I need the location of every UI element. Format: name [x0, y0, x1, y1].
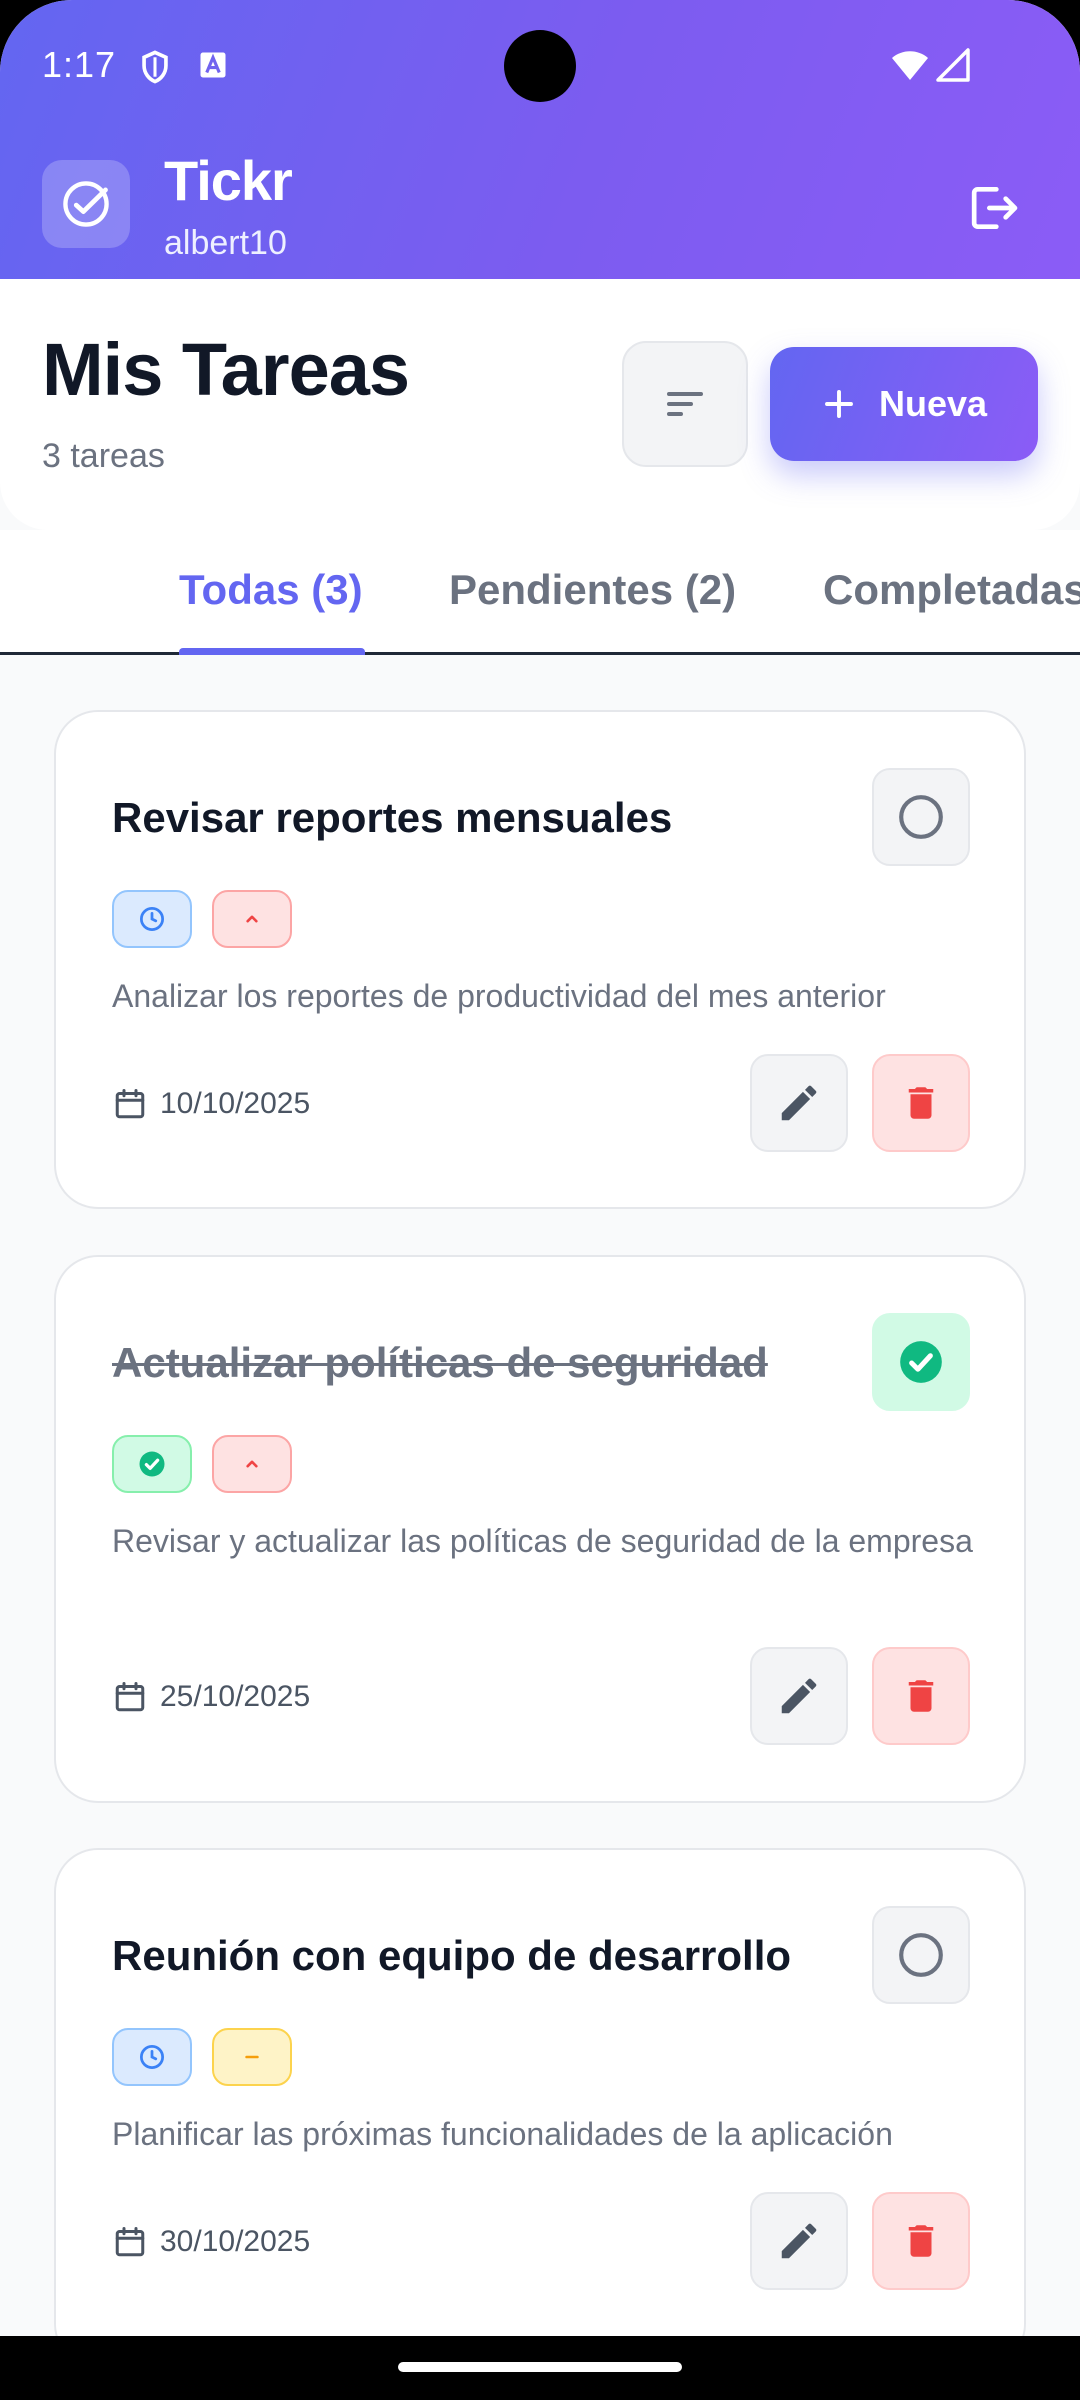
- task-title: Revisar reportes mensuales: [112, 794, 673, 841]
- calendar-icon: [115, 1682, 145, 1712]
- camera-cutout: [504, 30, 576, 102]
- priority-chip: [212, 1435, 292, 1493]
- edit-button[interactable]: [750, 1647, 848, 1745]
- filter-tabs: Todas (3) Pendientes (2) Completadas: [0, 530, 1080, 655]
- signal-icon: [934, 48, 970, 87]
- circle-icon: [899, 1933, 943, 1977]
- trash-icon: [908, 1680, 934, 1712]
- clock-icon: [140, 2045, 164, 2069]
- app-logo: [42, 160, 130, 248]
- app-name: Tickr: [164, 149, 293, 212]
- username: albert10: [164, 224, 287, 262]
- status-time: 1:17: [42, 44, 117, 85]
- task-title: Actualizar políticas de seguridad: [112, 1339, 768, 1386]
- active-tab-indicator: [179, 648, 365, 655]
- delete-button[interactable]: [872, 1647, 970, 1745]
- minus-icon: [245, 2055, 259, 2059]
- edit-button[interactable]: [750, 1054, 848, 1152]
- plus-icon: [825, 390, 853, 418]
- status-chip: [112, 1435, 192, 1493]
- status-bar: 1:17: [0, 0, 1080, 134]
- priority-chip: [212, 2028, 292, 2086]
- sort-button[interactable]: [622, 341, 748, 467]
- task-date-text: 10/10/2025: [160, 1087, 311, 1120]
- logout-button[interactable]: [960, 174, 1028, 242]
- task-date: 30/10/2025: [112, 2224, 310, 2260]
- tab-pending[interactable]: Pendientes (2): [449, 566, 736, 614]
- check-circle-icon: [900, 1341, 942, 1383]
- check-circle-logo-icon: [63, 181, 109, 227]
- task-date: 10/10/2025: [112, 1086, 310, 1122]
- chevron-up-icon: [246, 915, 258, 923]
- gesture-nav-handle[interactable]: [398, 2362, 682, 2372]
- new-task-label: Nueva: [878, 383, 988, 424]
- chevron-up-icon: [246, 1460, 258, 1468]
- status-chip: [112, 890, 192, 948]
- calendar-icon: [115, 2227, 145, 2257]
- task-title: Reunión con equipo de desarrollo: [112, 1932, 792, 1979]
- task-date-text: 30/10/2025: [160, 2225, 311, 2258]
- new-task-button[interactable]: Nueva: [770, 347, 1038, 461]
- task-card[interactable]: Revisar reportes mensuales Analizar los …: [54, 710, 1026, 1209]
- trash-icon: [908, 2225, 934, 2257]
- delete-button[interactable]: [872, 1054, 970, 1152]
- edit-button[interactable]: [750, 2192, 848, 2290]
- pencil-icon: [781, 2223, 817, 2259]
- app-header: 1:17 Tickr albert10: [0, 0, 1080, 279]
- complete-toggle[interactable]: [872, 768, 970, 866]
- app-screen: 1:17 Tickr albert10 Mis Tareas 3 tareas …: [0, 0, 1080, 2336]
- task-description: Revisar y actualizar las políticas de se…: [112, 1523, 973, 1559]
- task-count: 3 tareas: [42, 437, 165, 475]
- task-card[interactable]: Actualizar políticas de seguridad Revisa…: [54, 1255, 1026, 1803]
- circle-icon: [899, 795, 943, 839]
- check-circle-icon: [139, 1451, 165, 1477]
- task-description: Planificar las próximas funcionalidades …: [112, 2116, 893, 2152]
- pencil-icon: [781, 1678, 817, 1714]
- accessibility-icon: [198, 50, 228, 85]
- trash-icon: [908, 1087, 934, 1119]
- tab-completed[interactable]: Completadas: [823, 566, 1080, 614]
- title-panel: Mis Tareas 3 tareas Nueva: [0, 279, 1080, 530]
- sort-icon: [667, 392, 703, 416]
- clock-icon: [140, 907, 164, 931]
- task-date: 25/10/2025: [112, 1679, 310, 1715]
- tab-all[interactable]: Todas (3): [179, 566, 363, 614]
- task-card[interactable]: Reunión con equipo de desarrollo Planifi…: [54, 1848, 1026, 2336]
- delete-button[interactable]: [872, 2192, 970, 2290]
- pencil-icon: [781, 1085, 817, 1121]
- priority-chip: [212, 890, 292, 948]
- calendar-icon: [115, 1089, 145, 1119]
- task-date-text: 25/10/2025: [160, 1680, 311, 1713]
- status-chip: [112, 2028, 192, 2086]
- task-description: Analizar los reportes de productividad d…: [112, 978, 886, 1014]
- page-title: Mis Tareas: [42, 328, 410, 411]
- complete-toggle[interactable]: [872, 1906, 970, 2004]
- complete-toggle[interactable]: [872, 1313, 970, 1411]
- logout-icon: [971, 187, 1018, 230]
- wifi-icon: [890, 48, 930, 87]
- shield-icon: [140, 50, 170, 89]
